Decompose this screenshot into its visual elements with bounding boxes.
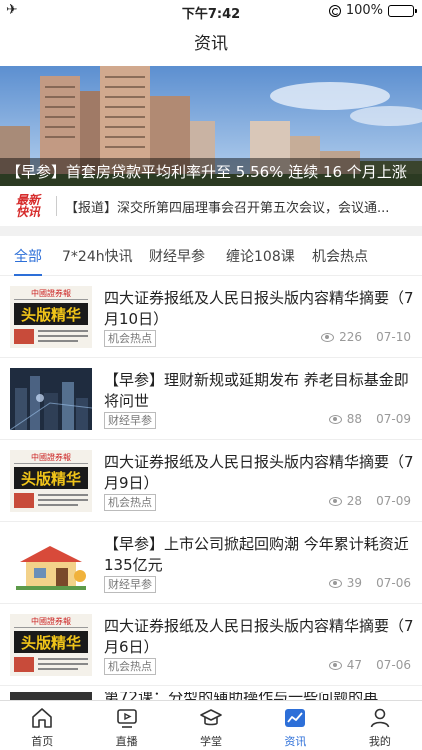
newspaper-thumbnail: 中國證券報头版精华	[10, 450, 92, 512]
eye-icon	[328, 660, 342, 670]
article-views: 28	[328, 494, 362, 508]
article-thumbnail: 中國證券報 头版精华	[10, 286, 92, 348]
ticker-divider	[56, 196, 57, 216]
banner-carousel[interactable]: 【早参】首套房贷款平均利率升至 5.56% 连续 16 个月上涨	[0, 66, 422, 186]
view-count: 39	[346, 576, 362, 590]
tabbar-live-label: 直播	[115, 735, 138, 748]
tabbar-school[interactable]: 学堂	[169, 701, 253, 750]
article-thumbnail: 中國證券報 头版精华	[10, 614, 92, 676]
tab-finance-morning[interactable]: 财经早参	[149, 246, 205, 276]
article-title: 【早参】上市公司掀起回购潮 今年累计耗资近135亿元	[104, 535, 409, 574]
article-category-tag: 机会热点	[104, 658, 156, 675]
thumb-paper-name: 中國證券報	[31, 288, 71, 298]
article-list: 中國證券報 头版精华 四大证券报纸及人民日报头版内容精华摘要（7月10日） 机会热点 2…	[0, 276, 422, 686]
battery-percent: 100%	[345, 3, 383, 18]
article-date: 07-06	[376, 576, 411, 590]
thumb-headline: 头版精华	[21, 306, 81, 324]
thumb-headline: 头版精华	[21, 470, 81, 488]
article-date: 07-09	[376, 412, 411, 426]
article-category-tag: 机会热点	[104, 494, 156, 511]
thumb-paper-name: 中國證券報	[31, 616, 71, 626]
article-views: 39	[328, 576, 362, 590]
latest-news-logo: 最新 快讯	[0, 194, 50, 218]
article-views: 47	[328, 658, 362, 672]
news-ticker[interactable]: 最新 快讯 【报道】深交所第四届理事会召开第五次会议，会议通...	[0, 186, 422, 226]
tv-icon	[116, 709, 137, 728]
view-count: 88	[346, 412, 362, 426]
newspaper-thumbnail: 中國證券報头版精华	[10, 614, 92, 676]
tabbar-school-label: 学堂	[200, 735, 223, 748]
article-date: 07-06	[376, 658, 411, 672]
orientation-lock-icon	[328, 4, 341, 17]
article-category-tag: 财经早参	[104, 412, 156, 429]
article-views: 88	[328, 412, 362, 426]
article-title: 四大证券报纸及人民日报头版内容精华摘要（7月9日）	[104, 453, 414, 492]
graduation-cap-icon	[200, 709, 222, 726]
tabbar-live[interactable]: 直播	[84, 701, 168, 750]
category-tabs: 全部 7*24h快讯 财经早参 缠论108课 机会热点	[0, 236, 422, 276]
status-right: 100%	[328, 3, 417, 18]
tabbar-home[interactable]: 首页	[0, 701, 84, 750]
tab-chan-lessons[interactable]: 缠论108课	[226, 246, 295, 276]
article-views: 226	[321, 330, 362, 344]
article-thumbnail: 中國證券報 头版精华	[10, 450, 92, 512]
bottom-tab-bar: 首页 直播 学堂 资讯 我的	[0, 700, 422, 750]
city-night-thumbnail	[10, 368, 92, 430]
list-item[interactable]: 中國證券報 头版精华 四大证券报纸及人民日报头版内容精华摘要（7月6日） 机会热点 47…	[0, 604, 422, 686]
tabbar-me[interactable]: 我的	[338, 701, 422, 750]
view-count: 226	[339, 330, 362, 344]
tab-hot-opportunities[interactable]: 机会热点	[312, 246, 368, 276]
article-title: 四大证券报纸及人民日报头版内容精华摘要（7月6日）	[104, 617, 414, 656]
nav-bar: 资讯	[0, 22, 422, 66]
status-bar: ✈ 下午7:42 100%	[0, 0, 422, 22]
article-date: 07-10	[376, 330, 411, 344]
eye-icon	[328, 496, 342, 506]
list-item[interactable]: 【早参】上市公司掀起回购潮 今年累计耗资近135亿元财经早参 39 07-06	[0, 522, 422, 604]
article-title: 四大证券报纸及人民日报头版内容精华摘要（7月10日）	[104, 289, 414, 328]
buyback-house-thumbnail	[10, 532, 92, 594]
article-category-tag: 机会热点	[104, 330, 156, 347]
article-date: 07-09	[376, 494, 411, 508]
list-item[interactable]: 【早参】理财新规或延期发布 养老目标基金即将问世财经早参 88 07-09	[0, 358, 422, 440]
page-title: 资讯	[194, 34, 228, 54]
tabbar-me-label: 我的	[368, 735, 391, 748]
list-item[interactable]: 中國證券報 头版精华 四大证券报纸及人民日报头版内容精华摘要（7月9日） 机会热点 28…	[0, 440, 422, 522]
eye-icon	[321, 332, 335, 342]
view-count: 28	[346, 494, 362, 508]
section-divider	[0, 226, 422, 236]
home-icon	[32, 708, 53, 728]
article-thumbnail	[10, 532, 92, 594]
tab-24h-flash[interactable]: 7*24h快讯	[62, 246, 133, 276]
tabbar-news-label: 资讯	[284, 735, 307, 748]
ticker-text[interactable]: 【报道】深交所第四届理事会召开第五次会议，会议通...	[65, 197, 405, 216]
battery-icon	[388, 4, 417, 17]
latest-news-logo-line2: 快讯	[15, 205, 40, 219]
news-chart-icon	[285, 709, 306, 727]
thumb-headline: 头版精华	[21, 634, 81, 652]
view-count: 47	[346, 658, 362, 672]
tabbar-news[interactable]: 资讯	[253, 701, 337, 750]
tab-all[interactable]: 全部	[14, 246, 42, 276]
thumb-paper-name: 中國證券報	[31, 452, 71, 462]
article-title: 【早参】理财新规或延期发布 养老目标基金即将问世	[104, 371, 409, 410]
banner-caption: 【早参】首套房贷款平均利率升至 5.56% 连续 16 个月上涨	[0, 158, 422, 186]
newspaper-thumbnail: 中國證券報头版精华	[10, 286, 92, 348]
article-category-tag: 财经早参	[104, 576, 156, 593]
eye-icon	[328, 578, 342, 588]
eye-icon	[328, 414, 342, 424]
tabbar-home-label: 首页	[31, 735, 54, 748]
list-item[interactable]: 中國證券報 头版精华 四大证券报纸及人民日报头版内容精华摘要（7月10日） 机会热点 2…	[0, 276, 422, 358]
article-thumbnail	[10, 368, 92, 430]
user-icon	[370, 708, 390, 728]
